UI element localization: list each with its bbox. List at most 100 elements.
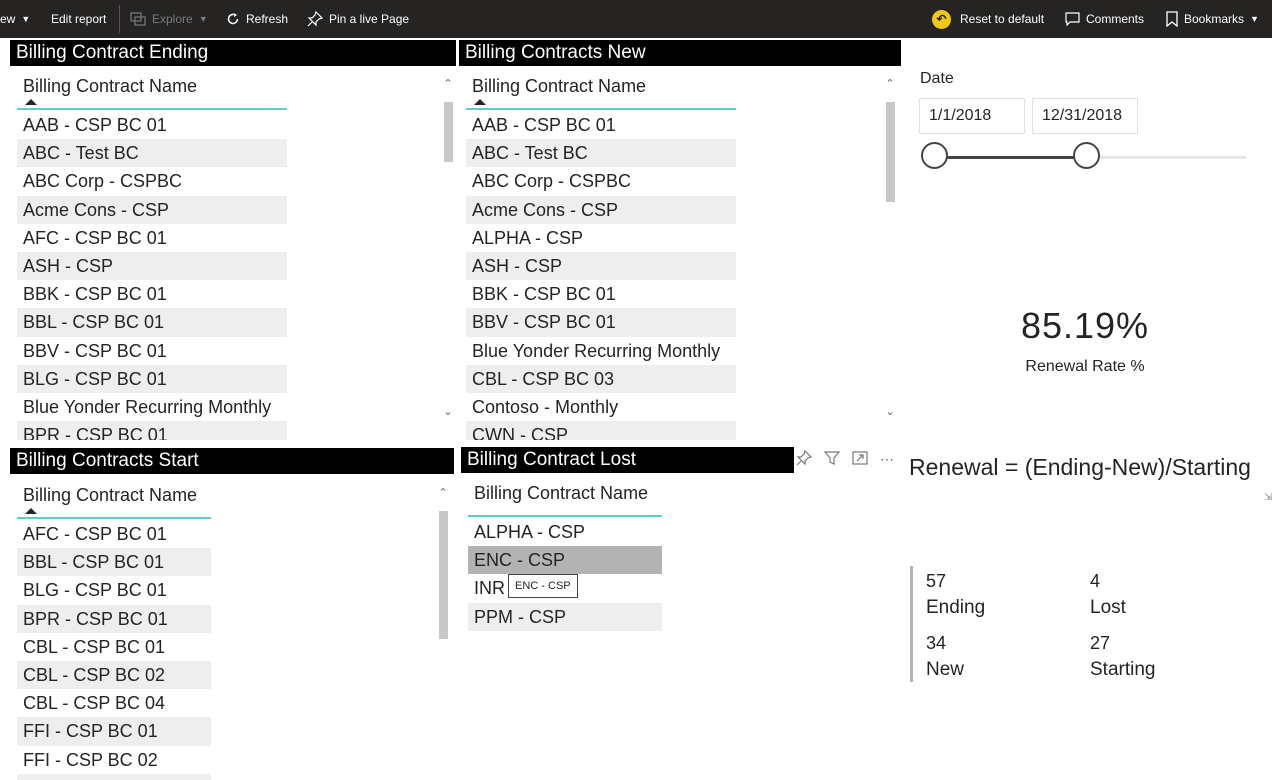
toolbar-divider — [119, 5, 120, 33]
table-row[interactable]: CWN - CSP — [466, 421, 736, 440]
sort-ascending-icon[interactable] — [25, 508, 37, 514]
table-row[interactable]: BBK - CSP BC 01 — [466, 280, 736, 308]
table-row[interactable]: CBL - CSP BC 03 — [466, 364, 736, 393]
explore-icon — [130, 12, 146, 26]
column-header-label: Billing Contract Name — [474, 483, 649, 503]
ending-count-label: Ending — [926, 597, 986, 618]
more-options-icon[interactable]: ⋯ — [880, 451, 894, 468]
table-row[interactable]: Blue Yonder Recurring Monthly — [17, 393, 287, 421]
table-row[interactable]: ALPHA - CSP — [468, 518, 662, 546]
bookmarks-menu[interactable]: Bookmarks ▼ — [1166, 0, 1259, 38]
scroll-up-icon[interactable]: ⌃ — [885, 78, 895, 90]
table-row[interactable]: ASH - CSP — [17, 251, 287, 281]
scroll-down-icon[interactable]: ⌄ — [443, 406, 453, 418]
end-date-input[interactable]: 12/31/2018 — [1032, 98, 1138, 134]
column-header[interactable]: Billing Contract Name — [17, 479, 211, 519]
column-header[interactable]: Billing Contract Name — [468, 477, 662, 517]
ending-table: Billing Contract Name AAB - CSP BC 01 AB… — [17, 70, 287, 440]
table-row[interactable]: BLG - CSP BC 01 — [17, 576, 211, 604]
table-row[interactable]: BBL - CSP BC 01 — [17, 308, 287, 337]
table-row[interactable]: ASH - CSP — [466, 251, 736, 281]
ending-scrollbar[interactable]: ⌃ ⌄ — [443, 78, 453, 423]
column-header[interactable]: Billing Contract Name — [17, 70, 287, 110]
table-row[interactable]: BPR - CSP BC 01 — [17, 421, 287, 440]
scroll-up-icon[interactable]: ⌃ — [438, 487, 448, 499]
table-row[interactable]: ABC - Test BC — [17, 139, 287, 168]
table-row[interactable]: ALPHA - CSP — [466, 224, 736, 252]
lost-table: Billing Contract Name ALPHA - CSP ENC - … — [468, 477, 662, 637]
table-row[interactable]: AAB - CSP BC 01 — [17, 111, 287, 139]
renewal-rate-label: Renewal Rate % — [1025, 358, 1145, 375]
pin-live-page-button[interactable]: Pin a live Page — [307, 0, 409, 38]
lost-count-value: 4 — [1090, 571, 1101, 591]
table-row[interactable]: CBL - CSP BC 04 — [17, 689, 211, 717]
pin-label: Pin a live Page — [329, 12, 410, 26]
table-row-selected[interactable]: ENC - CSP — [468, 546, 662, 575]
slider-end-handle[interactable] — [1073, 142, 1101, 169]
table-row[interactable]: ABC Corp - CSPBC — [17, 167, 287, 195]
slider-range-fill — [934, 156, 1087, 159]
ending-rows: AAB - CSP BC 01 ABC - Test BC ABC Corp -… — [17, 111, 287, 440]
table-row[interactable]: AFC - CSP BC 01 — [17, 224, 287, 252]
column-header-label: Billing Contract Name — [472, 76, 647, 96]
table-row[interactable]: FFI - CSP BC 02 — [17, 746, 211, 774]
table-row[interactable]: Acme Cons - CSP — [17, 195, 287, 224]
view-menu[interactable]: ew ▼ — [0, 0, 30, 38]
table-row[interactable]: Acme Cons - CSP — [466, 195, 736, 224]
chevron-down-icon: ▼ — [1250, 14, 1259, 24]
table-row[interactable]: AFC - CSP BC 01 — [17, 520, 211, 548]
resize-handle-icon[interactable]: ⇲ — [1264, 492, 1272, 503]
table-row[interactable]: BPR - CSP BC 01 — [17, 604, 211, 633]
start-date-input[interactable]: 1/1/2018 — [919, 98, 1025, 134]
table-row[interactable]: BBV - CSP BC 01 — [466, 308, 736, 337]
table-row[interactable]: Contoso - Monthly — [466, 393, 736, 421]
start-table: Billing Contract Name AFC - CSP BC 01 BB… — [17, 479, 211, 780]
start-scrollbar[interactable]: ⌃ — [438, 487, 448, 780]
ending-table-title: Billing Contract Ending — [10, 40, 456, 66]
table-row[interactable]: CBL - CSP BC 02 — [17, 660, 211, 690]
new-scrollbar[interactable]: ⌃ ⌄ — [885, 78, 895, 423]
table-row[interactable] — [17, 773, 211, 780]
refresh-button[interactable]: Refresh — [226, 0, 288, 38]
filter-icon[interactable] — [823, 450, 841, 469]
renewal-rate-value: 85.19% — [1020, 305, 1150, 346]
comments-button[interactable]: Comments — [1065, 0, 1144, 38]
edit-report-label: Edit report — [51, 12, 107, 26]
bookmark-icon — [1166, 11, 1178, 27]
edit-report-button[interactable]: Edit report — [51, 0, 106, 38]
sort-ascending-icon[interactable] — [25, 99, 37, 105]
new-rows: AAB - CSP BC 01 ABC - Test BC ABC Corp -… — [466, 111, 736, 440]
chevron-down-icon: ▼ — [21, 14, 31, 24]
column-header[interactable]: Billing Contract Name — [466, 70, 736, 110]
table-row[interactable]: BLG - CSP BC 01 — [17, 364, 287, 393]
table-row[interactable]: BBK - CSP BC 01 — [17, 280, 287, 308]
row-tooltip: ENC - CSP — [508, 574, 578, 598]
explore-label: Explore — [152, 12, 193, 26]
column-header-label: Billing Contract Name — [23, 76, 198, 96]
visual-pin-icon[interactable] — [796, 449, 813, 469]
reset-to-default-button[interactable]: ↶ Reset to default — [932, 0, 1044, 38]
focus-mode-icon[interactable] — [852, 450, 868, 469]
new-table: Billing Contract Name AAB - CSP BC 01 AB… — [466, 70, 736, 440]
table-row[interactable]: ABC Corp - CSPBC — [466, 167, 736, 195]
scroll-down-icon[interactable]: ⌄ — [885, 406, 895, 418]
table-row[interactable]: BBL - CSP BC 01 — [17, 548, 211, 577]
table-row[interactable]: FFI - CSP BC 01 — [17, 717, 211, 746]
pin-icon — [307, 11, 323, 27]
comments-icon — [1065, 12, 1080, 26]
table-row[interactable]: ABC - Test BC — [466, 139, 736, 168]
visual-header-icons: ⋯ — [796, 449, 894, 469]
scroll-up-icon[interactable]: ⌃ — [443, 78, 453, 90]
explore-menu[interactable]: Explore ▼ — [130, 0, 208, 38]
scrollbar-thumb[interactable] — [444, 102, 453, 162]
sort-ascending-icon[interactable] — [474, 99, 486, 105]
scrollbar-thumb[interactable] — [886, 102, 895, 202]
slider-start-handle[interactable] — [920, 142, 948, 169]
table-row[interactable]: BBV - CSP BC 01 — [17, 337, 287, 365]
table-row[interactable]: CBL - CSP BC 01 — [17, 633, 211, 661]
view-label: ew — [0, 12, 16, 26]
table-row[interactable]: PPM - CSP — [468, 602, 662, 631]
table-row[interactable]: Blue Yonder Recurring Monthly — [466, 337, 736, 365]
scrollbar-thumb[interactable] — [439, 511, 448, 639]
table-row[interactable]: AAB - CSP BC 01 — [466, 111, 736, 139]
